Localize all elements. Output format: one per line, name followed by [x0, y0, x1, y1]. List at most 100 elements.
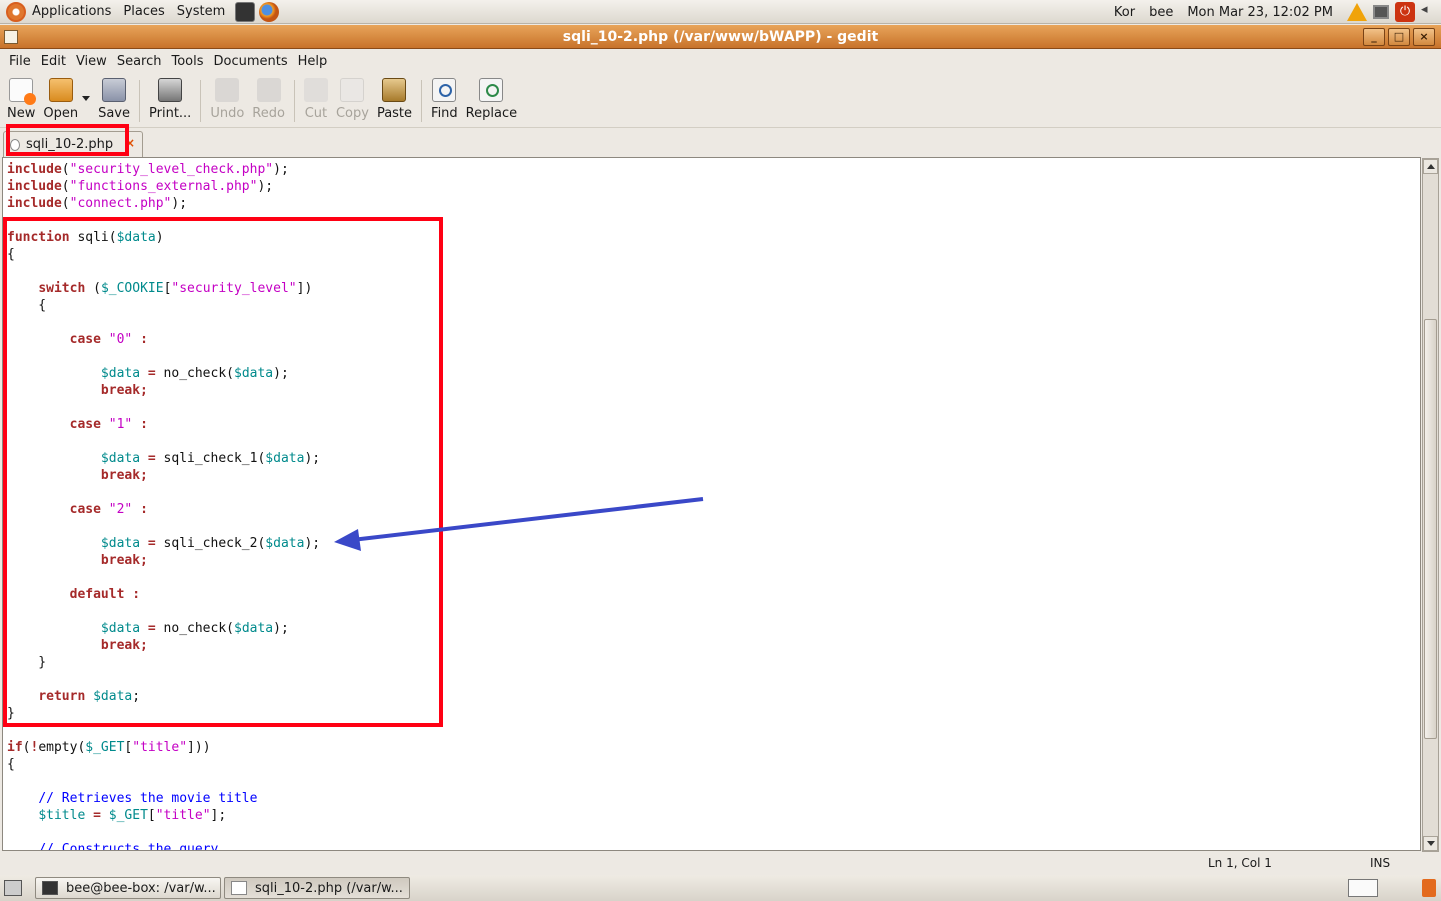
code-line[interactable]: include("connect.php"); — [7, 195, 320, 212]
open-recent-dropdown-icon[interactable] — [82, 96, 91, 101]
system-menu[interactable]: System — [171, 0, 231, 24]
code-token: ( — [61, 179, 70, 194]
save-icon — [102, 78, 127, 102]
taskbar-gedit[interactable]: sqli_10-2.php (/var/w... — [224, 877, 410, 899]
clock[interactable]: Mon Mar 23, 12:02 PM — [1187, 5, 1333, 20]
code-token: ]; — [210, 808, 227, 823]
find-button[interactable]: Find — [427, 74, 462, 126]
maximize-button[interactable]: □ — [1388, 28, 1410, 46]
gedit-window-icon[interactable] — [4, 30, 18, 44]
user-name[interactable]: bee — [1149, 5, 1173, 20]
paste-button-label: Paste — [376, 106, 413, 121]
notes-applet-icon[interactable] — [1348, 879, 1378, 897]
code-token: "security_level_check.php" — [69, 162, 274, 177]
print-button[interactable]: Print... — [145, 74, 195, 126]
save-button-label: Save — [98, 106, 131, 121]
find-replace-icon — [479, 78, 504, 102]
redo-button-label: Redo — [252, 106, 285, 121]
volume-icon[interactable]: ◂ — [1421, 2, 1435, 22]
code-token: ( — [61, 196, 70, 211]
find-button-label: Find — [431, 106, 458, 121]
firefox-launcher-icon[interactable] — [259, 1, 280, 22]
code-token: "title" — [132, 740, 188, 755]
taskbar-terminal-label: bee@bee-box: /var/w... — [66, 880, 216, 896]
window-title: sqli_10-2.php (/var/www/bWAPP) - gedit — [562, 28, 879, 45]
top-panel: Applications Places System Kor bee Mon M… — [0, 0, 1441, 24]
applications-menu-label: Applications — [32, 4, 112, 19]
replace-button[interactable]: Replace — [462, 74, 521, 126]
scroll-up-arrow-icon[interactable] — [1423, 159, 1438, 174]
toolbar-separator — [293, 80, 295, 122]
code-token: [ — [147, 808, 156, 823]
menu-tools[interactable]: Tools — [166, 54, 208, 69]
keyboard-layout-indicator[interactable]: Kor — [1114, 5, 1135, 20]
code-token: ); — [171, 196, 188, 211]
cut-button[interactable]: Cut — [300, 74, 332, 126]
redo-button[interactable]: Redo — [248, 74, 289, 126]
taskbar-terminal[interactable]: bee@bee-box: /var/w... — [35, 877, 221, 899]
show-desktop-icon[interactable] — [4, 880, 22, 896]
menu-help[interactable]: Help — [293, 54, 333, 69]
terminal-launcher-icon[interactable] — [235, 1, 256, 22]
scroll-down-arrow-icon[interactable] — [1423, 836, 1438, 851]
code-token: include — [7, 162, 62, 177]
code-line[interactable] — [7, 773, 320, 790]
code-line[interactable]: // Constructs the query — [7, 841, 320, 850]
code-token: empty( — [38, 740, 86, 755]
undo-button[interactable]: Undo — [206, 74, 248, 126]
code-line[interactable]: include("functions_external.php"); — [7, 178, 320, 195]
minimize-button[interactable]: _ — [1363, 28, 1385, 46]
code-token: // Retrieves the movie title — [38, 791, 258, 806]
code-token: $_GET — [85, 740, 125, 755]
new-document-icon — [9, 78, 37, 105]
menu-file[interactable]: File — [4, 54, 36, 69]
document-tabs: sqli_10-2.php × — [0, 129, 1441, 157]
code-token: ); — [273, 162, 289, 177]
menu-documents[interactable]: Documents — [209, 54, 293, 69]
copy-icon — [340, 78, 365, 102]
clipboard-icon — [382, 78, 407, 102]
code-line[interactable]: { — [7, 756, 320, 773]
network-icon[interactable] — [1373, 5, 1389, 19]
trash-icon[interactable] — [1422, 879, 1436, 897]
code-token: $title — [38, 808, 86, 823]
code-line[interactable]: // Retrieves the movie title — [7, 790, 320, 807]
menu-view[interactable]: View — [71, 54, 112, 69]
scrollbar-thumb[interactable] — [1424, 319, 1437, 739]
save-button[interactable]: Save — [94, 74, 134, 126]
code-line[interactable]: $title = $_GET["title"]; — [7, 807, 320, 824]
menu-search[interactable]: Search — [112, 54, 167, 69]
menubar: File Edit View Search Tools Documents He… — [0, 50, 1441, 72]
copy-button[interactable]: Copy — [332, 74, 373, 126]
copy-button-label: Copy — [335, 106, 369, 121]
menu-edit[interactable]: Edit — [36, 54, 71, 69]
close-button[interactable]: × — [1413, 28, 1435, 46]
code-line[interactable]: if(!empty($_GET["title"])) — [7, 739, 320, 756]
applications-menu[interactable]: Applications — [0, 0, 117, 24]
vertical-scrollbar[interactable] — [1422, 158, 1439, 852]
printer-icon — [158, 78, 183, 102]
power-icon[interactable]: ⏻ — [1395, 2, 1415, 22]
code-token: = — [93, 808, 101, 823]
window-titlebar[interactable]: sqli_10-2.php (/var/www/bWAPP) - gedit _… — [0, 25, 1441, 49]
open-button[interactable]: Open — [39, 74, 82, 126]
tab-highlight-box — [6, 124, 129, 156]
code-line[interactable]: include("security_level_check.php"); — [7, 161, 320, 178]
warning-icon[interactable] — [1347, 3, 1367, 21]
cursor-position: Ln 1, Col 1 — [1208, 856, 1272, 870]
taskbar-gedit-label: sqli_10-2.php (/var/w... — [255, 880, 403, 896]
new-button-label: New — [7, 106, 36, 121]
places-menu[interactable]: Places — [117, 0, 170, 24]
code-token: include — [7, 196, 62, 211]
toolbar-separator — [200, 80, 202, 122]
undo-button-label: Undo — [210, 106, 245, 121]
new-button[interactable]: New — [3, 74, 39, 126]
terminal-icon — [42, 881, 58, 895]
code-token: include — [7, 179, 62, 194]
replace-button-label: Replace — [465, 106, 518, 121]
paste-button[interactable]: Paste — [373, 74, 416, 126]
code-line[interactable] — [7, 824, 320, 841]
